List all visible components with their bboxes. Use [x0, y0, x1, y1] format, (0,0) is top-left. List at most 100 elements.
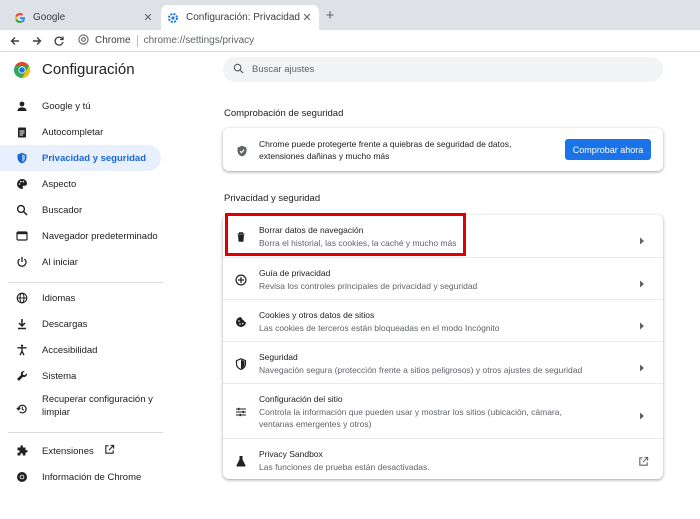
palette-icon: [16, 178, 28, 190]
power-icon: [16, 256, 28, 268]
row-cookies[interactable]: Cookies y otros datos de sitios Las cook…: [223, 299, 663, 341]
page-title: Configuración: [42, 61, 135, 78]
sidebar-item-extensions[interactable]: Extensiones: [0, 438, 161, 464]
search-placeholder: Buscar ajustes: [252, 64, 315, 75]
back-arrow-icon[interactable]: [8, 34, 22, 48]
row-subtitle: Navegación segura (protección frente a s…: [259, 365, 583, 375]
tab-settings[interactable]: Configuración: Privacidad y segur ✕: [161, 5, 319, 30]
settings-gear-icon: [167, 12, 179, 24]
sidebar-item-appearance[interactable]: Aspecto: [0, 171, 161, 197]
row-subtitle: Las funciones de prueba están desactivad…: [259, 462, 430, 472]
puzzle-icon: [16, 445, 28, 457]
url-text[interactable]: chrome://settings/privacy: [144, 35, 255, 46]
row-title: Privacy Sandbox: [259, 449, 323, 459]
chevron-right-icon: [639, 359, 645, 372]
tab-title: Google: [33, 12, 66, 23]
close-icon[interactable]: ✕: [300, 11, 314, 25]
row-title: Guía de privacidad: [259, 268, 331, 278]
sidebar-item-autofill[interactable]: Autocompletar: [0, 119, 161, 145]
shield-icon: [16, 152, 28, 164]
row-security[interactable]: Seguridad Navegación segura (protección …: [223, 341, 663, 383]
sidebar-divider: [8, 432, 163, 433]
sidebar-item-label: Información de Chrome: [42, 471, 142, 483]
row-title: Configuración del sitio: [259, 394, 343, 404]
restore-icon: [16, 403, 28, 415]
sidebar-item-label: Extensiones: [42, 445, 94, 457]
external-link-icon: [104, 444, 115, 458]
chrome-icon: [16, 471, 28, 483]
row-privacy-guide[interactable]: Guía de privacidad Revisa los controles …: [223, 257, 663, 299]
site-label: Chrome: [95, 35, 131, 46]
search-input[interactable]: Buscar ajustes: [223, 57, 663, 82]
sidebar-item-label: Google y tú: [42, 100, 91, 112]
sidebar-item-downloads[interactable]: Descargas: [0, 311, 161, 337]
chrome-icon: [78, 33, 89, 48]
sidebar-item-search-engine[interactable]: Buscador: [0, 197, 161, 223]
person-icon: [16, 100, 28, 112]
google-g-icon: [14, 12, 26, 24]
sidebar-item-default-browser[interactable]: Navegador predeterminado: [0, 223, 161, 249]
search-icon: [233, 61, 244, 79]
chevron-right-icon: [639, 407, 645, 420]
sidebar-item-label: Autocompletar: [42, 126, 104, 138]
row-subtitle: Controla la información que pueden usar …: [259, 407, 562, 429]
sidebar-item-label: Recuperar configuración y limpiar: [42, 393, 153, 419]
sidebar-divider: [8, 282, 163, 283]
safety-check-card: Chrome puede protegerte frente a quiebra…: [223, 128, 663, 171]
download-icon: [16, 318, 28, 330]
sidebar-item-label: Buscador: [42, 204, 83, 216]
safety-check-description: Chrome puede protegerte frente a quiebra…: [259, 138, 512, 161]
sidebar-item-label: Accesibilidad: [42, 344, 98, 356]
sliders-icon: [235, 405, 247, 417]
section-title-privacy: Privacidad y seguridad: [224, 193, 321, 204]
tab-strip: Google ✕ Configuración: Privacidad y seg…: [0, 0, 700, 30]
sidebar-item-label: Descargas: [42, 318, 88, 330]
sidebar-item-label: Idiomas: [42, 292, 76, 304]
sidebar-item-system[interactable]: Sistema: [0, 363, 161, 389]
row-privacy-sandbox[interactable]: Privacy Sandbox Las funciones de prueba …: [223, 438, 663, 479]
section-title-safety: Comprobación de seguridad: [224, 108, 344, 119]
external-link-icon: [638, 454, 649, 466]
sidebar-item-reset[interactable]: Recuperar configuración y limpiar: [0, 393, 161, 423]
sidebar-item-google[interactable]: Google y tú: [0, 93, 161, 119]
tab-google[interactable]: Google ✕: [8, 5, 160, 30]
flask-icon: [235, 454, 247, 467]
sidebar-item-label-line2: limpiar: [42, 407, 70, 418]
sidebar-item-privacy[interactable]: Privacidad y seguridad: [0, 145, 161, 171]
chrome-logo-icon: [14, 61, 31, 78]
row-site-settings[interactable]: Configuración del sitio Controla la info…: [223, 383, 663, 438]
reload-icon[interactable]: [52, 34, 66, 48]
forward-arrow-icon[interactable]: [30, 34, 44, 48]
sidebar-item-label: Aspecto: [42, 178, 77, 190]
sidebar-item-label: Privacidad y seguridad: [42, 152, 147, 164]
wrench-icon: [16, 370, 28, 382]
cookie-icon: [235, 315, 247, 327]
chevron-right-icon: [639, 317, 645, 330]
sidebar-item-label: Navegador predeterminado: [42, 230, 158, 242]
settings-header: Configuración: [14, 61, 135, 78]
clipboard-icon: [16, 126, 28, 138]
browser-icon: [16, 230, 28, 242]
shield-icon: [235, 357, 247, 371]
accessibility-icon: [16, 344, 28, 356]
sidebar-item-label: Al iniciar: [42, 256, 78, 268]
sidebar-item-label-line1: Recuperar configuración y: [42, 394, 153, 405]
toolbar: Chrome chrome://settings/privacy: [0, 30, 700, 52]
row-subtitle: Las cookies de terceros están bloqueadas…: [259, 323, 500, 333]
sidebar-item-label: Sistema: [42, 370, 77, 382]
row-title: Cookies y otros datos de sitios: [259, 310, 375, 320]
shield-icon: [236, 144, 248, 156]
sidebar-item-on-startup[interactable]: Al iniciar: [0, 249, 161, 275]
address-bar[interactable]: Chrome chrome://settings/privacy: [78, 33, 255, 48]
sidebar-item-languages[interactable]: Idiomas: [0, 285, 161, 311]
new-tab-plus-icon[interactable]: +: [322, 8, 338, 24]
check-now-button[interactable]: Comprobar ahora: [565, 139, 651, 160]
sidebar-item-about-chrome[interactable]: Información de Chrome: [0, 464, 161, 490]
highlight-box: [225, 213, 466, 256]
close-icon[interactable]: ✕: [141, 11, 155, 25]
row-subtitle: Revisa los controles principales de priv…: [259, 281, 478, 291]
sidebar-item-accessibility[interactable]: Accesibilidad: [0, 337, 161, 363]
globe-icon: [16, 292, 28, 304]
search-icon: [16, 204, 28, 216]
compass-icon: [235, 273, 247, 286]
